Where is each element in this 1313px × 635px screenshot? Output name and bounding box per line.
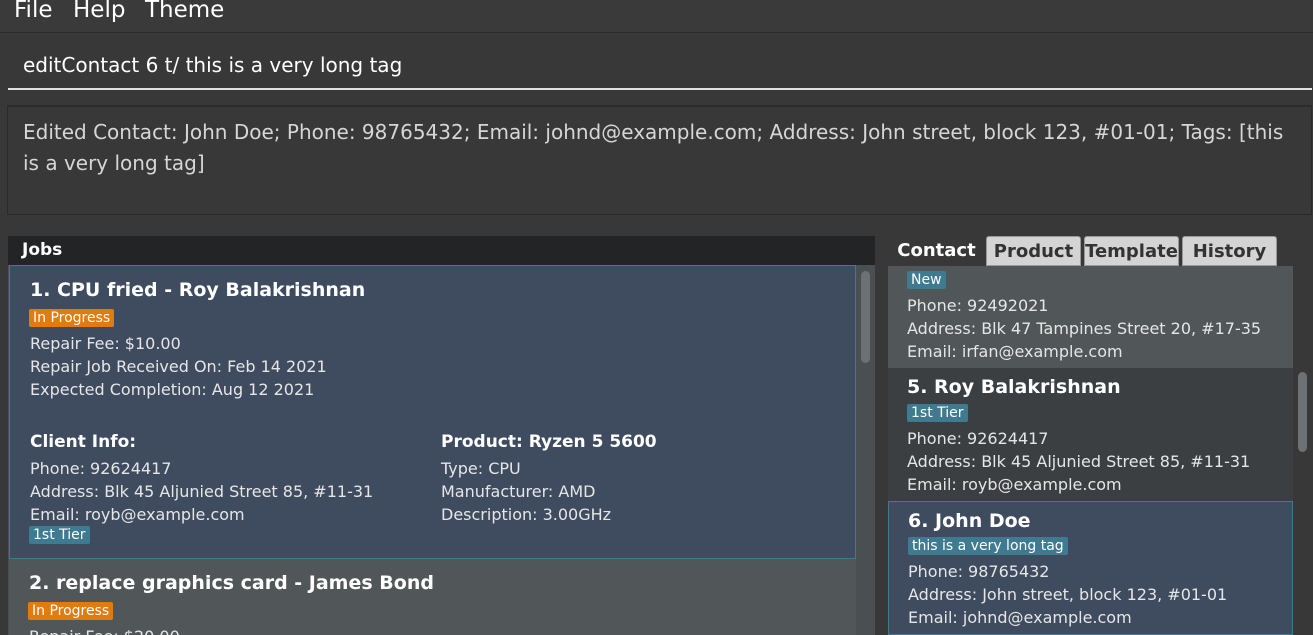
menu-bar: File Help Theme — [0, 0, 1313, 33]
product-description: Description: 3.00GHz — [441, 505, 612, 524]
contact-card-selected[interactable]: 6. John Doe this is a very long tag Phon… — [888, 501, 1293, 635]
job-card[interactable]: 1. CPU fried - Roy Balakrishnan In Progr… — [9, 265, 856, 559]
contact-address: Address: Blk 47 Tampines Street 20, #17-… — [907, 319, 1262, 338]
status-badge: In Progress — [29, 309, 115, 327]
menu-file[interactable]: File — [14, 0, 53, 23]
product-heading: Product: Ryzen 5 5600 — [441, 432, 657, 452]
contact-phone: Phone: 98765432 — [908, 562, 1050, 581]
contact-email: Email: royb@example.com — [907, 475, 1122, 494]
command-input[interactable] — [8, 41, 1308, 88]
tab-template[interactable]: Template — [1084, 236, 1179, 266]
tab-history[interactable]: History — [1182, 236, 1277, 266]
job-fee: Repair Fee: $10.00 — [30, 334, 181, 353]
job-fee: Repair Fee: $20.00 — [29, 627, 180, 635]
jobs-panel: Jobs 1. CPU fried - Roy Balakrishnan In … — [8, 236, 875, 635]
client-tag-badge: 1st Tier — [29, 526, 90, 544]
contact-name: 5. Roy Balakrishnan — [907, 376, 1121, 398]
client-email: Email: royb@example.com — [30, 505, 245, 524]
contact-tag-badge: this is a very long tag — [908, 537, 1068, 555]
menu-theme[interactable]: Theme — [145, 0, 224, 23]
contact-tag-badge: New — [907, 271, 946, 289]
command-box — [8, 41, 1312, 90]
job-expected: Expected Completion: Aug 12 2021 — [30, 380, 315, 399]
contact-phone: Phone: 92492021 — [907, 296, 1049, 315]
contact-name: 6. John Doe — [908, 510, 1031, 532]
contact-address: Address: John street, block 123, #01-01 — [908, 585, 1228, 604]
contact-email: Email: irfan@example.com — [907, 342, 1123, 361]
contact-tag-badge: 1st Tier — [907, 404, 968, 422]
contacts-scrollbar[interactable] — [1296, 368, 1309, 635]
product-type: Type: CPU — [441, 459, 521, 478]
product-manufacturer: Manufacturer: AMD — [441, 482, 596, 501]
jobs-scrollbar-thumb[interactable] — [861, 271, 870, 363]
contacts-panel: New Phone: 92492021 Address: Blk 47 Tamp… — [888, 266, 1313, 635]
contact-card[interactable]: New Phone: 92492021 Address: Blk 47 Tamp… — [888, 266, 1293, 368]
jobs-scrollbar[interactable] — [859, 265, 872, 635]
result-text: Edited Contact: John Doe; Phone: 9876543… — [23, 120, 1284, 175]
contacts-scrollbar-thumb[interactable] — [1298, 372, 1307, 452]
client-address: Address: Blk 45 Aljunied Street 85, #11-… — [30, 482, 374, 501]
job-title: 1. CPU fried - Roy Balakrishnan — [30, 279, 366, 301]
result-display: Edited Contact: John Doe; Phone: 9876543… — [7, 105, 1312, 215]
job-title: 2. replace graphics card - James Bond — [29, 572, 434, 594]
menu-help[interactable]: Help — [73, 0, 125, 23]
contact-address: Address: Blk 45 Aljunied Street 85, #11-… — [907, 452, 1251, 471]
tab-product[interactable]: Product — [986, 236, 1081, 266]
client-info-heading: Client Info: — [30, 432, 137, 452]
contact-card[interactable]: 5. Roy Balakrishnan 1st Tier Phone: 9262… — [888, 368, 1293, 501]
contact-phone: Phone: 92624417 — [907, 429, 1049, 448]
client-phone: Phone: 92624417 — [30, 459, 172, 478]
contact-email: Email: johnd@example.com — [908, 608, 1132, 627]
job-received: Repair Job Received On: Feb 14 2021 — [30, 357, 327, 376]
jobs-header: Jobs — [8, 236, 875, 265]
job-card[interactable]: 2. replace graphics card - James Bond In… — [9, 559, 856, 635]
tab-contact[interactable]: Contact — [890, 236, 983, 266]
status-badge: In Progress — [28, 602, 114, 620]
